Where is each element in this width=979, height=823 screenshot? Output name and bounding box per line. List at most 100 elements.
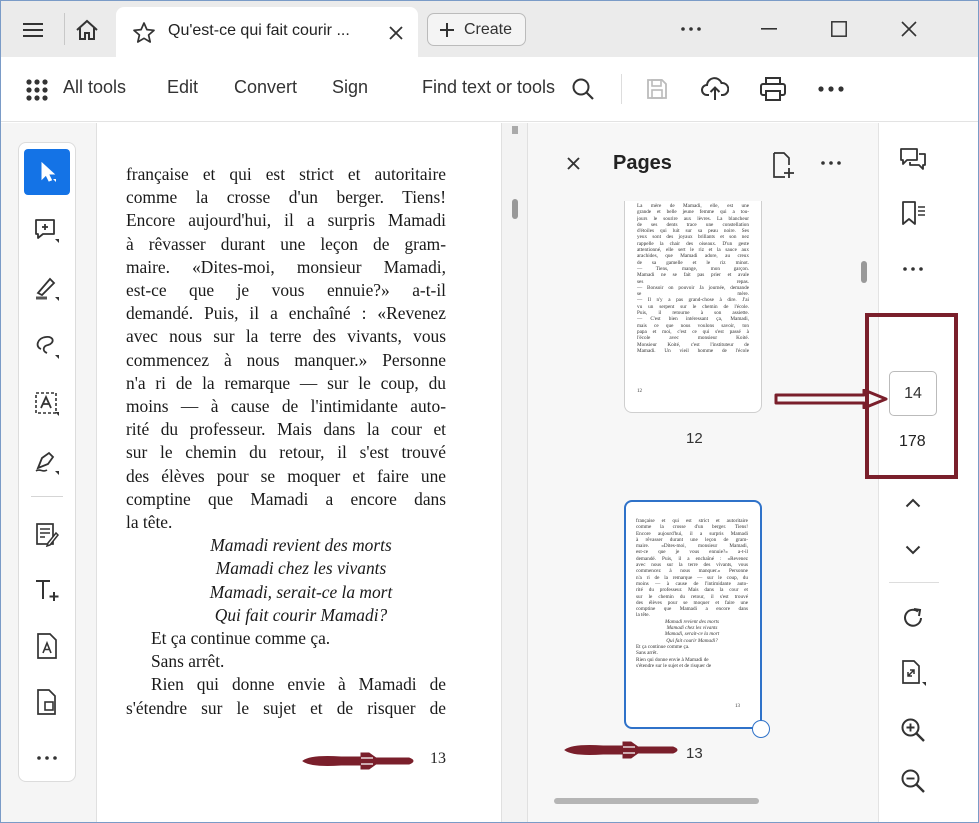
scroll-up-arrow[interactable] — [512, 126, 518, 134]
all-tools-button[interactable]: All tools — [63, 77, 126, 98]
document-tab[interactable]: Qu'est-ce qui fait courir ... — [116, 7, 418, 57]
more-panels-icon[interactable] — [895, 251, 931, 287]
doc-line: avec nous sur la terre des vivants, vous — [126, 326, 446, 347]
edit-button[interactable]: Edit — [167, 77, 198, 98]
thumbnail-line: comptine que Mamadi a encore dans — [636, 606, 748, 613]
zoom-out-icon[interactable] — [895, 763, 931, 799]
bookmarks-icon[interactable] — [895, 195, 931, 231]
save-icon[interactable] — [642, 74, 672, 104]
fit-page-icon[interactable] — [895, 655, 931, 691]
panel-scrollbar-thumb[interactable] — [861, 261, 867, 283]
zoom-in-icon[interactable] — [895, 712, 931, 748]
insert-page-icon[interactable] — [768, 150, 798, 180]
thumbnail-line: yeux sont des joyaux brillants et son ne… — [637, 234, 749, 241]
poem-line: Mamadi chez les vivants — [215, 558, 387, 579]
rotate-icon[interactable] — [895, 600, 931, 636]
panel-more-icon[interactable] — [818, 153, 844, 173]
thumbnail-line: — C'est bien intéressant ça, Mamadi, — [637, 316, 749, 323]
home-icon[interactable] — [72, 15, 102, 45]
main-toolbar: All tools Edit Convert Sign Find text or… — [1, 57, 978, 122]
doc-line: maire. «Dites-moi, monsieur Mamadi, — [126, 256, 446, 277]
minimize-icon[interactable] — [754, 17, 784, 41]
edit-text-icon[interactable] — [24, 511, 70, 557]
sign-pen-icon[interactable] — [24, 439, 70, 485]
hamburger-menu-icon[interactable] — [18, 17, 48, 43]
comments-icon[interactable] — [895, 141, 931, 177]
add-text-icon[interactable] — [24, 567, 70, 613]
left-tools-area — [1, 123, 97, 822]
scrollbar-thumb[interactable] — [512, 199, 518, 219]
thumbnail-page-number: 12 — [637, 389, 642, 394]
thumbnail-line: Monsieur Koité, c'est l'instituteur de — [637, 341, 749, 348]
panel-title: Pages — [613, 152, 672, 174]
sign-button[interactable]: Sign — [332, 77, 368, 98]
close-panel-icon[interactable] — [563, 153, 583, 173]
maximize-icon[interactable] — [824, 15, 854, 43]
thumbnail-line: ses repas. — [637, 278, 749, 285]
thumbnail-line: rité du professeur. Mais dans la cour et — [636, 587, 748, 594]
pages-panel: Pages La mère de Mamadi, elle, est une gr… — [528, 123, 878, 822]
print-icon[interactable] — [757, 73, 789, 105]
highlight-pen-icon[interactable] — [24, 265, 70, 311]
more-quick-tools-icon[interactable] — [24, 735, 70, 781]
page-number: 13 — [430, 750, 446, 767]
toolbar-divider — [621, 74, 622, 104]
thumbnail-line: est-ce que je vous ennuie?» a-t-il — [636, 549, 748, 556]
thumbnail-resize-handle[interactable] — [752, 720, 770, 738]
doc-line: sur le chemin du retour, il s'est trouvé — [126, 442, 446, 463]
right-rail-divider — [889, 582, 939, 583]
page-thumbnail-13[interactable]: française et qui est strict et autoritai… — [624, 500, 762, 729]
convert-button[interactable]: Convert — [234, 77, 297, 98]
thumbnail-line: jours le sourire aux lèvres. La blancheu… — [637, 215, 749, 222]
document-body: française et qui est strict et autoritai… — [126, 163, 446, 720]
create-button[interactable]: Create — [427, 13, 526, 46]
draw-freehand-icon[interactable] — [24, 323, 70, 369]
add-comment-icon[interactable] — [24, 207, 70, 253]
close-window-icon[interactable] — [894, 15, 924, 43]
thumbnail-text: française et qui est strict et autoritai… — [636, 518, 748, 669]
app-window: Qu'est-ce qui fait courir ... Create All… — [0, 0, 979, 823]
create-label: Create — [464, 20, 513, 38]
doc-line: française et qui est strict et autoritai… — [126, 164, 446, 184]
poem-line: Mamadi revient des morts — [210, 535, 392, 556]
thumbnail-line: s'étendre sur le sujet et de risquer de — [636, 662, 712, 669]
thumbnail-line: Mamadi ne se fait pas prier et avale — [637, 272, 749, 279]
doc-line: Sans arrêt. — [151, 651, 225, 672]
thumbnail-line: arachides, que Mamadi adore, au creux — [637, 253, 749, 260]
tab-title: Qu'est-ce qui fait courir ... — [168, 22, 350, 39]
all-tools-grid-icon[interactable] — [23, 76, 51, 104]
doc-line: la tête. — [126, 512, 173, 533]
annotation-arrow-icon — [302, 752, 414, 770]
document-scrollbar[interactable] — [501, 123, 528, 822]
more-tools-icon[interactable] — [815, 77, 847, 101]
close-tab-icon[interactable] — [384, 21, 408, 45]
thumbnail-line: comme la crosse d'un berger. Tiens! — [636, 524, 748, 531]
rail-divider — [31, 496, 63, 497]
select-cursor-icon[interactable] — [24, 149, 70, 195]
cloud-upload-icon[interactable] — [699, 73, 731, 105]
page-thumbnail-12[interactable]: La mère de Mamadi, elle, est une grande e… — [624, 201, 762, 413]
star-icon[interactable] — [130, 19, 158, 47]
search-icon[interactable] — [568, 74, 598, 104]
find-text-button[interactable]: Find text or tools — [422, 77, 555, 98]
thumbnail-line: Mamadi. Un vieil homme de l'école — [637, 347, 749, 354]
text-box-icon[interactable] — [24, 623, 70, 669]
thumbnail-line: mais ce que nous voulons savoir, ton — [637, 322, 749, 329]
document-view[interactable]: française et qui est strict et autoritai… — [97, 123, 501, 822]
poem-line: Mamadi, serait-ce la mort — [209, 581, 393, 602]
doc-line: des élèves pour se moquer et faire une — [126, 465, 446, 486]
doc-line: Rien qui donne envie à Mamadi de — [151, 674, 446, 695]
annotation-arrow-icon — [564, 741, 678, 759]
previous-page-icon[interactable] — [895, 485, 931, 521]
next-page-icon[interactable] — [895, 532, 931, 568]
doc-line: n'a ri de la remarque — sur le coup, du — [126, 372, 446, 393]
organize-pages-icon[interactable] — [24, 679, 70, 725]
more-options-icon[interactable] — [676, 17, 706, 41]
thumbnail-text: La mère de Mamadi, elle, est une grande e… — [637, 203, 749, 354]
text-recognition-icon[interactable] — [24, 381, 70, 427]
thumbnail-label-13: 13 — [686, 745, 703, 762]
doc-line: commencez à nous manquer.» Personne — [126, 349, 446, 370]
panel-horizontal-scrollbar[interactable] — [554, 798, 759, 804]
doc-line: Et ça continue comme ça. — [151, 628, 331, 649]
plus-icon — [440, 22, 454, 37]
